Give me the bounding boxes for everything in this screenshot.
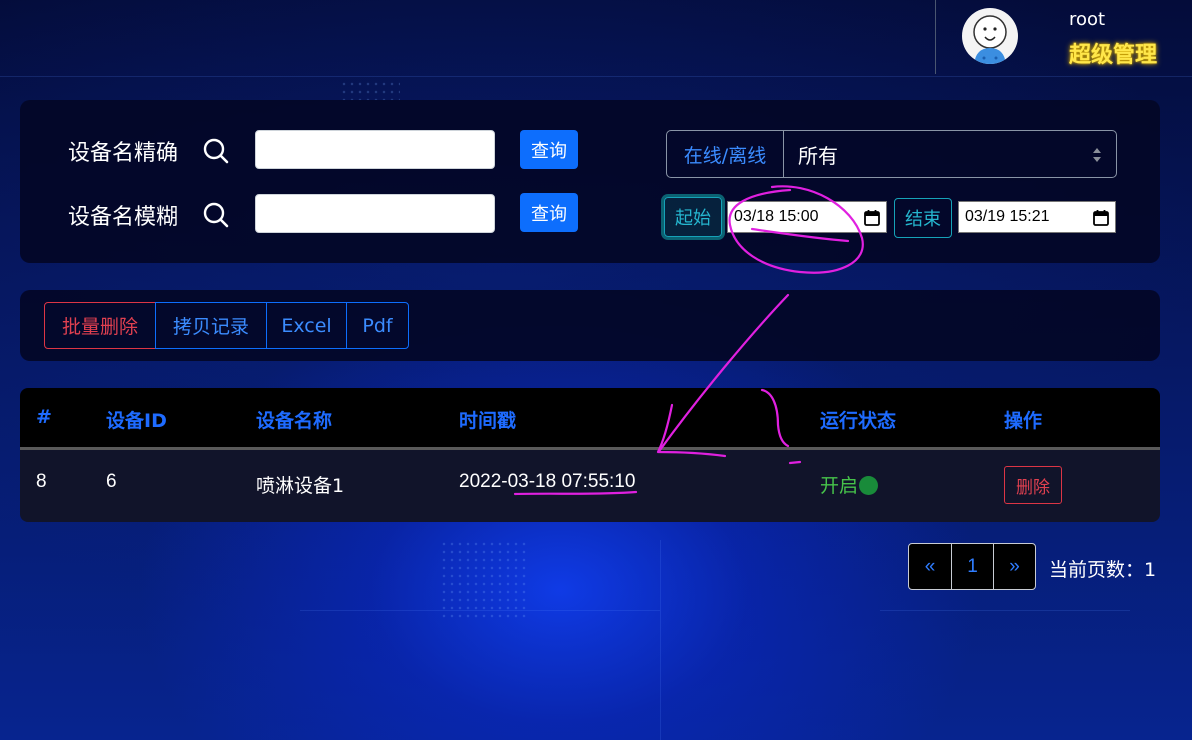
action-button-group: 批量删除 拷贝记录 Excel Pdf (44, 302, 409, 349)
start-time-button[interactable]: 起始 (664, 197, 722, 237)
online-status-select[interactable]: 在线/离线 所有 (666, 130, 1117, 178)
background-line (660, 540, 661, 740)
column-header-device-id: 设备ID (106, 410, 167, 432)
page-next-button[interactable]: » (993, 544, 1035, 589)
column-header-device-name: 设备名称 (256, 410, 333, 432)
calendar-icon[interactable] (864, 209, 880, 226)
row-delete-button[interactable]: 删除 (1004, 466, 1062, 504)
start-time-value: 03/18 15:00 (734, 208, 819, 225)
fuzzy-name-label: 设备名模糊 (68, 205, 179, 230)
column-header-status: 运行状态 (820, 410, 897, 432)
column-header-timestamp: 时间戳 (459, 410, 517, 432)
user-role: 超级管理 (1069, 43, 1158, 68)
status-text: 开启 (820, 475, 859, 497)
online-status-selected: 所有 (798, 143, 838, 168)
cell-index: 8 (36, 471, 47, 492)
exact-name-input[interactable] (255, 130, 495, 169)
data-table: # 设备ID 设备名称 时间戳 运行状态 操作 8 6 喷淋设备1 2022-0… (20, 388, 1160, 522)
online-status-value[interactable]: 所有 (784, 131, 1116, 177)
header-divider (935, 0, 936, 74)
cell-device-id: 6 (106, 471, 117, 492)
status-dot-icon (859, 476, 879, 495)
search-panel: 设备名精确 查询 设备名模糊 查询 在线/离线 所有 起始 03/18 15:0… (20, 100, 1160, 263)
fuzzy-search-button[interactable]: 查询 (520, 193, 578, 232)
background-line (880, 610, 1130, 611)
exact-name-label: 设备名精确 (68, 141, 179, 166)
cell-device-name: 喷淋设备1 (256, 475, 345, 497)
online-status-prefix: 在线/离线 (667, 131, 784, 177)
table-row: 8 6 喷淋设备1 2022-03-18 07:55:10 开启 删除 (20, 450, 1160, 522)
current-page-info: 当前页数：1 (1049, 559, 1157, 581)
export-excel-button[interactable]: Excel (266, 302, 347, 349)
background-line (0, 76, 1192, 77)
end-time-input[interactable]: 03/19 15:21 (958, 201, 1116, 233)
pagination: « 1 » (908, 543, 1036, 590)
cell-status: 开启 (820, 471, 879, 498)
search-icon (203, 202, 229, 228)
calendar-icon[interactable] (1093, 209, 1109, 226)
action-panel: 批量删除 拷贝记录 Excel Pdf (20, 290, 1160, 361)
page-number-button[interactable]: 1 (951, 544, 993, 589)
start-time-input[interactable]: 03/18 15:00 (727, 201, 887, 233)
page-prev-button[interactable]: « (909, 544, 951, 589)
exact-search-button[interactable]: 查询 (520, 130, 578, 169)
username: root (1069, 9, 1106, 30)
end-time-value: 03/19 15:21 (965, 208, 1050, 225)
background-dot-grid (340, 80, 400, 100)
background-dot-grid (440, 540, 530, 620)
cartoon-avatar-icon[interactable] (962, 8, 1018, 64)
copy-records-button[interactable]: 拷贝记录 (155, 302, 267, 349)
table-header: # 设备ID 设备名称 时间戳 运行状态 操作 (20, 388, 1160, 450)
column-header-index: # (36, 406, 52, 428)
fuzzy-name-input[interactable] (255, 194, 495, 233)
search-icon (203, 138, 229, 164)
column-header-action: 操作 (1004, 410, 1043, 432)
end-time-button[interactable]: 结束 (894, 198, 952, 238)
batch-delete-button[interactable]: 批量删除 (44, 302, 156, 349)
export-pdf-button[interactable]: Pdf (346, 302, 409, 349)
cell-timestamp: 2022-03-18 07:55:10 (459, 471, 636, 492)
select-arrows-icon (1093, 148, 1101, 162)
